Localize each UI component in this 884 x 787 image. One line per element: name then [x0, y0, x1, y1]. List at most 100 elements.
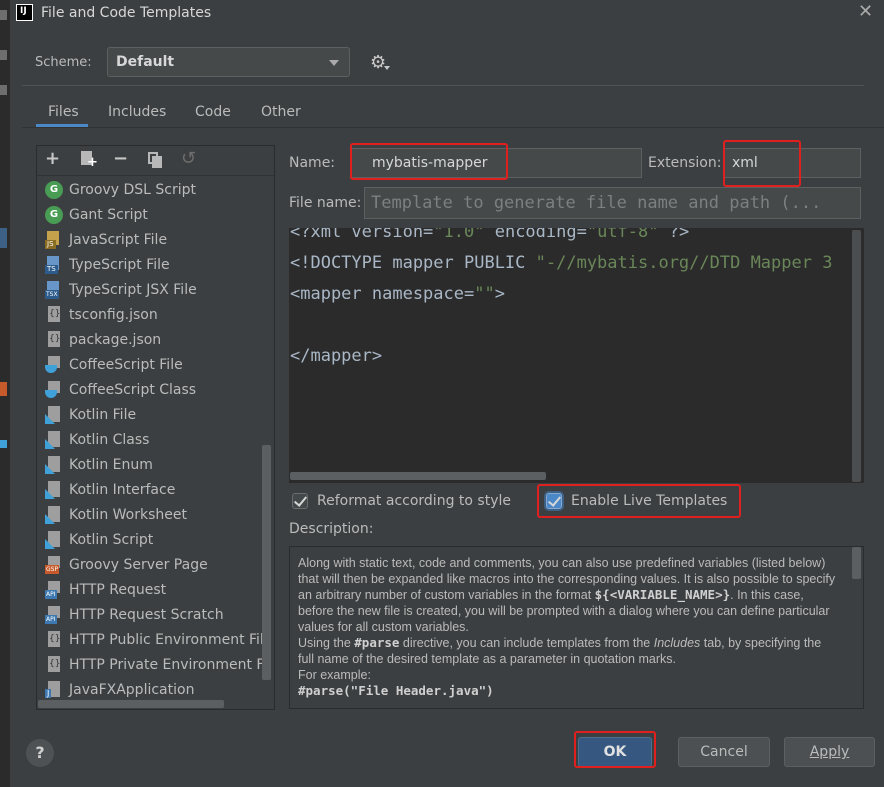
- list-item[interactable]: CoffeeScript Class: [45, 377, 263, 402]
- list-item[interactable]: Kotlin Enum: [45, 452, 263, 477]
- filename-label: File name:: [289, 195, 362, 211]
- list-item-label: HTTP Request: [69, 581, 167, 598]
- list-item-label: HTTP Public Environment File: [69, 631, 263, 648]
- gsp-file-icon: [45, 555, 63, 574]
- list-item[interactable]: CoffeeScript File: [45, 352, 263, 377]
- groovy-icon: G: [45, 180, 63, 199]
- template-list-horizontal-scrollbar[interactable]: [38, 700, 224, 708]
- ide-strip-mark: [0, 50, 7, 60]
- description-paragraph: directive, you can include templates fro…: [399, 636, 654, 650]
- ide-strip-mark: [0, 382, 7, 396]
- list-item-label: HTTP Request Scratch: [69, 606, 224, 623]
- list-item[interactable]: G Groovy DSL Script: [45, 177, 263, 202]
- code-text: ?>: [658, 228, 690, 242]
- api-file-icon: [45, 605, 63, 624]
- list-item[interactable]: TypeScript File: [45, 252, 263, 277]
- list-item-label: Gant Script: [69, 206, 148, 223]
- code-line: </mapper>: [290, 346, 382, 366]
- list-item[interactable]: HTTP Request: [45, 577, 263, 602]
- list-item-label: Kotlin Interface: [69, 481, 176, 498]
- list-item-label: package.json: [69, 331, 162, 348]
- list-item[interactable]: JavaFXApplication: [45, 677, 263, 699]
- ide-strip-mark: [0, 440, 7, 448]
- code-text: </mapper>: [290, 346, 383, 366]
- typescript-jsx-file-icon: [45, 280, 63, 299]
- ide-strip-mark: [0, 10, 7, 20]
- list-item-label: Groovy Server Page: [69, 556, 208, 573]
- apply-button[interactable]: Apply: [784, 737, 875, 767]
- template-list-toolbar: + + − ↺: [45, 148, 197, 170]
- json-file-icon: [45, 655, 63, 674]
- tab-other[interactable]: Other: [261, 104, 301, 120]
- list-item[interactable]: HTTP Private Environment File: [45, 652, 263, 677]
- list-item-label: CoffeeScript File: [69, 356, 183, 373]
- code-text: <mapper namespace=: [290, 284, 475, 304]
- list-item[interactable]: HTTP Public Environment File: [45, 627, 263, 652]
- filename-field[interactable]: Template to generate file name and path …: [364, 187, 861, 219]
- list-item-label: Kotlin Worksheet: [69, 506, 187, 523]
- checkmark-icon: [293, 493, 308, 507]
- background-ide-strip: [0, 0, 10, 787]
- tab-includes[interactable]: Includes: [108, 104, 166, 120]
- list-item[interactable]: package.json: [45, 327, 263, 352]
- coffeescript-file-icon: [45, 355, 63, 374]
- tab-code[interactable]: Code: [195, 104, 231, 120]
- description-panel: Along with static text, code and comment…: [289, 546, 864, 709]
- remove-icon[interactable]: −: [113, 148, 128, 169]
- list-item[interactable]: Kotlin Worksheet: [45, 502, 263, 527]
- includes-emphasis: Includes: [653, 636, 701, 650]
- coffeescript-file-icon: [45, 380, 63, 399]
- reformat-checkbox[interactable]: [292, 493, 308, 509]
- list-item[interactable]: Kotlin Interface: [45, 477, 263, 502]
- window-title: File and Code Templates: [41, 5, 212, 21]
- code-line: <mapper namespace="">: [290, 284, 505, 304]
- list-item[interactable]: Kotlin Script: [45, 527, 263, 552]
- kotlin-file-icon: [45, 530, 63, 549]
- cancel-button[interactable]: Cancel: [678, 737, 770, 767]
- tab-files[interactable]: Files: [48, 104, 79, 120]
- editor-horizontal-scrollbar[interactable]: [290, 472, 546, 480]
- list-item[interactable]: JavaScript File: [45, 227, 263, 252]
- list-item-label: Kotlin Class: [69, 431, 150, 448]
- editor-vertical-scrollbar[interactable]: [852, 230, 861, 482]
- code-text: encoding=: [484, 228, 587, 242]
- typescript-file-icon: [45, 255, 63, 274]
- kotlin-file-icon: [45, 480, 63, 499]
- template-list: G Groovy DSL Script G Gant Script JavaScript…: [37, 177, 263, 699]
- description-label: Description:: [289, 521, 374, 537]
- code-string: "utf-8": [586, 228, 659, 242]
- list-item[interactable]: TypeScript JSX File: [45, 277, 263, 302]
- list-item[interactable]: Kotlin Class: [45, 427, 263, 452]
- description-paragraph: Using the: [298, 636, 355, 650]
- gear-dropdown-arrow-icon: [384, 66, 390, 70]
- ok-highlight-box: [574, 731, 656, 768]
- template-code-editor[interactable]: <?xml version="1.0" encoding="utf-8" ?> <…: [289, 228, 864, 483]
- description-paragraph: For example:: [298, 668, 371, 682]
- template-list-vertical-scrollbar[interactable]: [262, 445, 271, 680]
- description-text: Along with static text, code and comment…: [298, 555, 838, 699]
- code-string: "1.0": [433, 228, 485, 242]
- list-item-label: Groovy DSL Script: [69, 181, 196, 198]
- ide-strip-mark: [0, 228, 7, 248]
- description-scrollbar[interactable]: [852, 547, 861, 579]
- list-item-label: JavaScript File: [69, 231, 168, 248]
- reformat-label: Reformat according to style: [317, 493, 511, 509]
- reset-icon[interactable]: ↺: [181, 148, 196, 169]
- javascript-file-icon: [45, 230, 63, 249]
- kotlin-file-icon: [45, 430, 63, 449]
- list-item-label: TypeScript JSX File: [69, 281, 197, 298]
- list-item[interactable]: G Gant Script: [45, 202, 263, 227]
- list-item-label: tsconfig.json: [69, 306, 158, 323]
- list-item[interactable]: tsconfig.json: [45, 302, 263, 327]
- add-icon[interactable]: +: [45, 148, 60, 169]
- help-button[interactable]: ?: [26, 739, 54, 767]
- scheme-dropdown[interactable]: Default: [107, 47, 350, 77]
- list-item-label: CoffeeScript Class: [69, 381, 197, 398]
- ide-strip-mark: [0, 85, 7, 95]
- list-item[interactable]: Groovy Server Page: [45, 552, 263, 577]
- list-item[interactable]: Kotlin File: [45, 402, 263, 427]
- list-item-label: Kotlin Script: [69, 531, 154, 548]
- divider: [22, 85, 864, 86]
- close-icon[interactable]: ✕: [858, 1, 873, 22]
- list-item[interactable]: HTTP Request Scratch: [45, 602, 263, 627]
